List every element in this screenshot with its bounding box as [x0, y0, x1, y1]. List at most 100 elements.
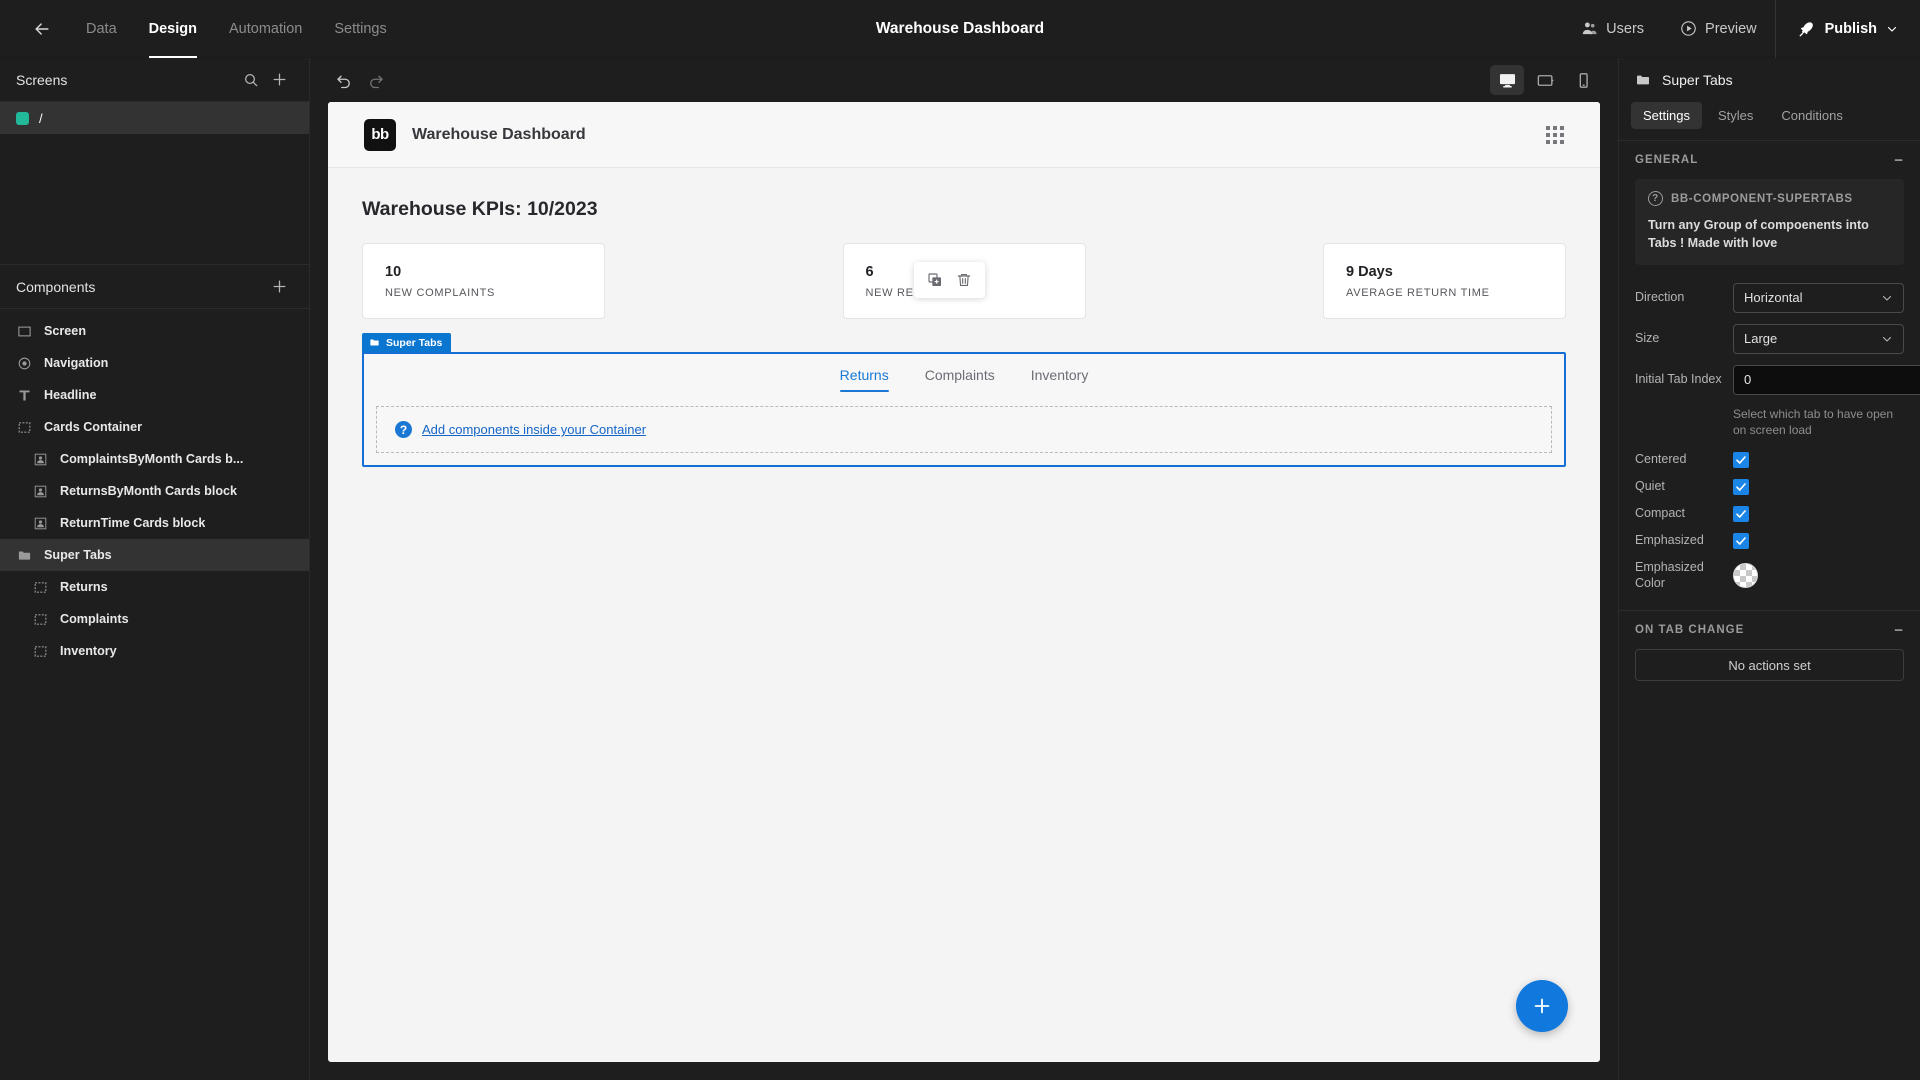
chevron-down-icon — [1887, 26, 1897, 32]
tab-complaints[interactable]: Complaints — [925, 367, 995, 392]
initial-tab-index-stepper[interactable] — [1733, 364, 1920, 395]
main-body: Screens / Components Screen Navigation H… — [0, 58, 1920, 1080]
canvas-app-title: Warehouse Dashboard — [412, 125, 586, 143]
publish-label: Publish — [1824, 20, 1877, 37]
field-emphasized-color: Emphasized Color — [1619, 560, 1920, 591]
device-tablet-button[interactable] — [1528, 65, 1562, 95]
kpi-card-returns[interactable]: 6 NEW RETURNS — [842, 243, 1086, 319]
kpi-value: 10 — [385, 263, 402, 280]
users-button[interactable]: Users — [1563, 0, 1662, 58]
screens-search-button[interactable] — [237, 66, 265, 94]
info-box-text: Turn any Group of compoenents into Tabs … — [1648, 218, 1869, 251]
component-info-box: ? BB-COMPONENT-SUPERTABS Turn any Group … — [1635, 179, 1904, 265]
tab-returns[interactable]: Returns — [839, 366, 889, 392]
emphasized-checkbox[interactable] — [1733, 532, 1749, 549]
tab-label: Conditions — [1781, 108, 1843, 123]
tab-label: Complaints — [924, 366, 995, 383]
device-mobile-button[interactable] — [1566, 65, 1600, 95]
kpi-card-return-time[interactable]: 9 Days AVERAGE RETURN TIME — [1323, 243, 1566, 319]
components-add-button[interactable] — [265, 273, 293, 301]
kpi-card-complaints[interactable]: 10 NEW COMPLAINTS — [362, 243, 605, 319]
component-item-navigation[interactable]: Navigation — [0, 347, 309, 379]
nav-tab-design[interactable]: Design — [133, 0, 213, 58]
info-box-title: BB-COMPONENT-SUPERTABS — [1671, 192, 1853, 205]
component-item-screen[interactable]: Screen — [0, 315, 309, 347]
device-desktop-button[interactable] — [1490, 65, 1524, 95]
emphasized-color-swatch[interactable] — [1733, 563, 1758, 588]
text-icon — [16, 387, 33, 404]
field-label: Size — [1635, 330, 1660, 345]
component-item-cards-container[interactable]: Cards Container — [0, 411, 309, 443]
field-centered: Centered — [1619, 451, 1920, 468]
component-item-returns[interactable]: Returns — [0, 571, 309, 603]
grid-dots-icon[interactable] — [1546, 125, 1564, 144]
section-title: ON TAB CHANGE — [1635, 624, 1745, 637]
tablet-icon — [1537, 74, 1553, 86]
tab-conditions[interactable]: Conditions — [1769, 102, 1854, 129]
initial-tab-index-input[interactable] — [1734, 365, 1920, 394]
component-item-returnsbymonth[interactable]: ReturnsByMonth Cards block — [0, 475, 309, 507]
tab-label: Returns — [839, 366, 889, 383]
components-panel-header: Components — [0, 265, 309, 309]
component-item-returntime[interactable]: ReturnTime Cards block — [0, 507, 309, 539]
users-icon — [1582, 22, 1597, 35]
field-label: Initial Tab Index — [1635, 371, 1722, 386]
quiet-checkbox[interactable] — [1733, 478, 1749, 495]
delete-button[interactable] — [953, 269, 975, 291]
super-tabs-container[interactable]: Returns Complaints Inventory ? Add compo… — [362, 352, 1566, 467]
component-label: Cards Container — [44, 420, 142, 434]
app-root: Data Design Automation Settings Warehous… — [0, 0, 1920, 1080]
initial-tab-hint-row: Select which tab to have open on screen … — [1619, 406, 1920, 438]
field-label: Quiet — [1635, 479, 1665, 494]
duplicate-button[interactable] — [924, 269, 946, 291]
page-title: Warehouse KPIs: 10/2023 — [362, 198, 598, 220]
field-compact: Compact — [1619, 505, 1920, 522]
nav-tab-settings[interactable]: Settings — [318, 0, 402, 58]
publish-button[interactable]: Publish — [1776, 0, 1920, 58]
minus-icon[interactable]: − — [1894, 622, 1904, 639]
minus-icon[interactable]: − — [1894, 152, 1904, 169]
field-label: Emphasized — [1635, 533, 1704, 548]
kpi-label: NEW COMPLAINTS — [385, 286, 496, 299]
folder-icon — [16, 547, 33, 564]
add-component-fab[interactable] — [1516, 980, 1568, 1032]
nav-tab-automation[interactable]: Automation — [213, 0, 318, 58]
nav-tab-label: Data — [86, 20, 117, 37]
nav-tab-label: Settings — [334, 20, 387, 37]
tab-label: Settings — [1643, 108, 1690, 123]
component-label: Complaints — [60, 612, 129, 626]
screens-add-button[interactable] — [265, 66, 293, 94]
component-label: Returns — [60, 580, 108, 594]
component-item-headline[interactable]: Headline — [0, 379, 309, 411]
tab-styles[interactable]: Styles — [1706, 102, 1765, 129]
undo-button[interactable] — [328, 64, 360, 96]
centered-checkbox[interactable] — [1733, 451, 1749, 468]
direction-select[interactable]: Horizontal — [1733, 282, 1904, 313]
back-button[interactable] — [22, 9, 62, 49]
component-item-complaints[interactable]: Complaints — [0, 603, 309, 635]
container-dropzone[interactable]: ? Add components inside your Container — [376, 406, 1552, 453]
tab-settings[interactable]: Settings — [1631, 102, 1702, 129]
component-item-complaintsbymonth[interactable]: ComplaintsByMonth Cards b... — [0, 443, 309, 475]
compact-checkbox[interactable] — [1733, 505, 1749, 522]
check-icon — [1736, 537, 1746, 545]
no-actions-button[interactable]: No actions set — [1635, 649, 1904, 682]
nav-tab-data[interactable]: Data — [70, 0, 133, 58]
arrow-left-icon — [35, 22, 49, 35]
top-bar: Data Design Automation Settings Warehous… — [0, 0, 1920, 58]
component-item-super-tabs[interactable]: Super Tabs — [0, 539, 309, 571]
kpi-value: 9 Days — [1346, 263, 1393, 280]
size-select[interactable]: Large — [1733, 323, 1904, 354]
component-label: ReturnTime Cards block — [60, 516, 206, 530]
section-title: GENERAL — [1635, 154, 1699, 166]
navigation-icon — [16, 355, 33, 372]
preview-button[interactable]: Preview — [1662, 0, 1775, 58]
redo-button[interactable] — [360, 64, 392, 96]
screen-list-item[interactable]: / — [0, 102, 309, 134]
add-components-link[interactable]: Add components inside your Container — [422, 422, 646, 437]
component-item-inventory[interactable]: Inventory — [0, 635, 309, 667]
play-circle-icon — [1681, 21, 1696, 36]
tab-inventory[interactable]: Inventory — [1031, 367, 1089, 392]
field-label: Emphasized Color — [1635, 559, 1704, 590]
components-title: Components — [16, 278, 96, 295]
